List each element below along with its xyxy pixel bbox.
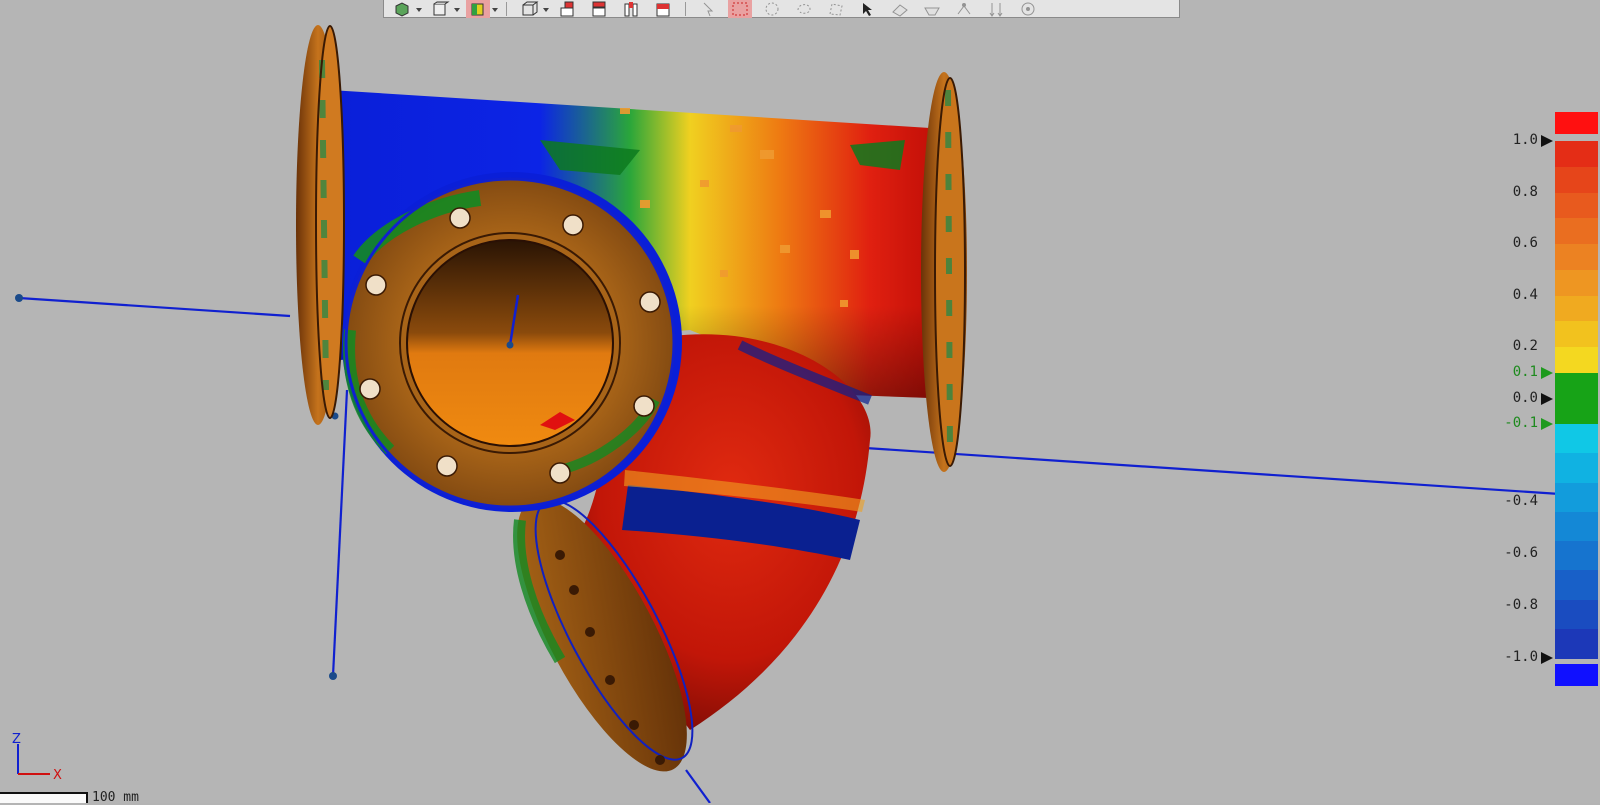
right-flange[interactable] bbox=[921, 72, 967, 472]
toolbar-probe-button[interactable] bbox=[952, 0, 976, 18]
toolbar-normal-arrows-button[interactable] bbox=[984, 0, 1008, 18]
toolbar-target-button[interactable] bbox=[1016, 0, 1040, 18]
wireframe-box-icon bbox=[522, 1, 539, 15]
legend-positive-swatch bbox=[1555, 269, 1598, 297]
toolbar-separator bbox=[506, 1, 507, 16]
left-flange[interactable] bbox=[296, 25, 345, 425]
legend-negative-swatch bbox=[1555, 424, 1598, 454]
legend-negative-swatch bbox=[1555, 453, 1598, 483]
top-view-icon bbox=[592, 1, 606, 16]
side-view-icon bbox=[624, 1, 638, 16]
surface-select-icon bbox=[892, 3, 908, 17]
front-view-icon bbox=[560, 1, 574, 16]
legend-tick-label: -0.6 bbox=[1504, 545, 1538, 561]
legend-threshold-marker[interactable] bbox=[1541, 367, 1553, 379]
legend-positive-swatch bbox=[1555, 218, 1598, 245]
legend-tick-label: 0.8 bbox=[1512, 183, 1538, 200]
legend-tick-label: 0.4 bbox=[1512, 286, 1538, 303]
toolbar-plane-select-button[interactable] bbox=[920, 0, 944, 18]
axis-triad: Z X bbox=[12, 732, 62, 782]
legend-over-swatch bbox=[1555, 112, 1598, 134]
toolbar-shaded-color-button[interactable] bbox=[466, 0, 498, 18]
toolbar-front-view-button[interactable] bbox=[555, 0, 579, 18]
deviation-color-map-scene[interactable] bbox=[0, 0, 1600, 803]
toolbar-cursor-select-button[interactable] bbox=[856, 0, 880, 18]
legend-tick-label: -1.0 bbox=[1504, 649, 1538, 665]
legend-negative-swatch bbox=[1555, 541, 1598, 571]
legend-positive-swatch bbox=[1555, 321, 1598, 348]
circle-select-icon bbox=[765, 2, 779, 15]
toolbar-box-view-button[interactable] bbox=[428, 0, 460, 18]
axis-x-label: X bbox=[53, 768, 62, 782]
legend-tick-label: 0.0 bbox=[1512, 389, 1538, 406]
toolbar-section-view-button[interactable] bbox=[651, 0, 675, 18]
target-icon bbox=[1021, 2, 1035, 15]
legend-tick-label: -0.8 bbox=[1504, 597, 1538, 613]
view-cube-icon bbox=[395, 1, 409, 17]
toolbar-pointer-button[interactable] bbox=[696, 0, 720, 18]
legend-positive-swatch bbox=[1555, 192, 1598, 219]
axis-z-label: Z bbox=[12, 732, 21, 747]
legend-positive-swatch bbox=[1555, 141, 1598, 168]
toolbar-rectangle-select-button[interactable] bbox=[728, 0, 752, 18]
legend-negative-swatch bbox=[1555, 628, 1598, 659]
section-view-icon bbox=[656, 3, 670, 16]
plane-select-icon bbox=[924, 7, 940, 15]
legend-positive-swatch bbox=[1555, 295, 1598, 322]
toolbar-top-view-button[interactable] bbox=[587, 0, 611, 18]
scale-bar bbox=[0, 792, 88, 803]
3d-viewport[interactable]: 1.0 0.8 0.6 0.4 0.2 0.1 0.0 -0.1 -0.4 -0.6 -0.8 -1.… bbox=[0, 0, 1600, 805]
legend-tick-label: 1.0 bbox=[1512, 132, 1538, 148]
legend-negative-swatch bbox=[1555, 482, 1598, 513]
legend-tick-label: 0.2 bbox=[1512, 338, 1538, 355]
legend-tick-label: 0.1 bbox=[1512, 364, 1538, 380]
toolbar-side-view-button[interactable] bbox=[619, 0, 643, 18]
rectangle-select-icon bbox=[732, 2, 748, 15]
toolbar-view-cube-button[interactable] bbox=[390, 0, 422, 18]
view-toolbar bbox=[383, 0, 1180, 18]
legend-positive-swatch bbox=[1555, 347, 1598, 374]
legend-positive-swatch bbox=[1555, 166, 1598, 194]
legend-threshold-marker[interactable] bbox=[1541, 135, 1553, 147]
box-view-icon bbox=[433, 1, 450, 15]
front-flange[interactable] bbox=[342, 172, 682, 512]
legend-tolerance-swatch bbox=[1555, 373, 1598, 424]
normal-arrows-icon bbox=[989, 2, 1003, 17]
legend-under-swatch bbox=[1555, 664, 1598, 686]
legend-tick-label: -0.4 bbox=[1504, 493, 1538, 509]
legend-tick-label: -0.1 bbox=[1504, 415, 1538, 431]
legend-negative-swatch bbox=[1555, 570, 1598, 600]
toolbar-surface-select-button[interactable] bbox=[888, 0, 912, 18]
deviation-color-legend: 1.0 0.8 0.6 0.4 0.2 0.1 0.0 -0.1 -0.4 -0.6 -0.8 -1.… bbox=[1500, 108, 1600, 708]
legend-threshold-marker[interactable] bbox=[1541, 418, 1553, 430]
legend-threshold-marker[interactable] bbox=[1541, 392, 1553, 405]
polygon-select-icon bbox=[829, 2, 843, 16]
legend-threshold-marker[interactable] bbox=[1541, 652, 1553, 664]
toolbar-lasso-select-button[interactable] bbox=[792, 0, 816, 18]
toolbar-wireframe-box-button[interactable] bbox=[517, 0, 549, 18]
legend-negative-swatch bbox=[1555, 511, 1598, 542]
shaded-color-icon bbox=[471, 3, 484, 15]
toolbar-separator bbox=[685, 1, 686, 16]
probe-icon bbox=[957, 2, 971, 14]
lasso-select-icon bbox=[797, 3, 811, 14]
legend-positive-swatch bbox=[1555, 244, 1598, 271]
cursor-select-icon bbox=[863, 2, 872, 16]
toolbar-polygon-select-button[interactable] bbox=[824, 0, 848, 18]
toolbar-circle-select-button[interactable] bbox=[760, 0, 784, 18]
pointer-icon bbox=[703, 2, 714, 16]
legend-tick-label: 0.6 bbox=[1512, 235, 1538, 252]
legend-negative-swatch bbox=[1555, 599, 1598, 630]
